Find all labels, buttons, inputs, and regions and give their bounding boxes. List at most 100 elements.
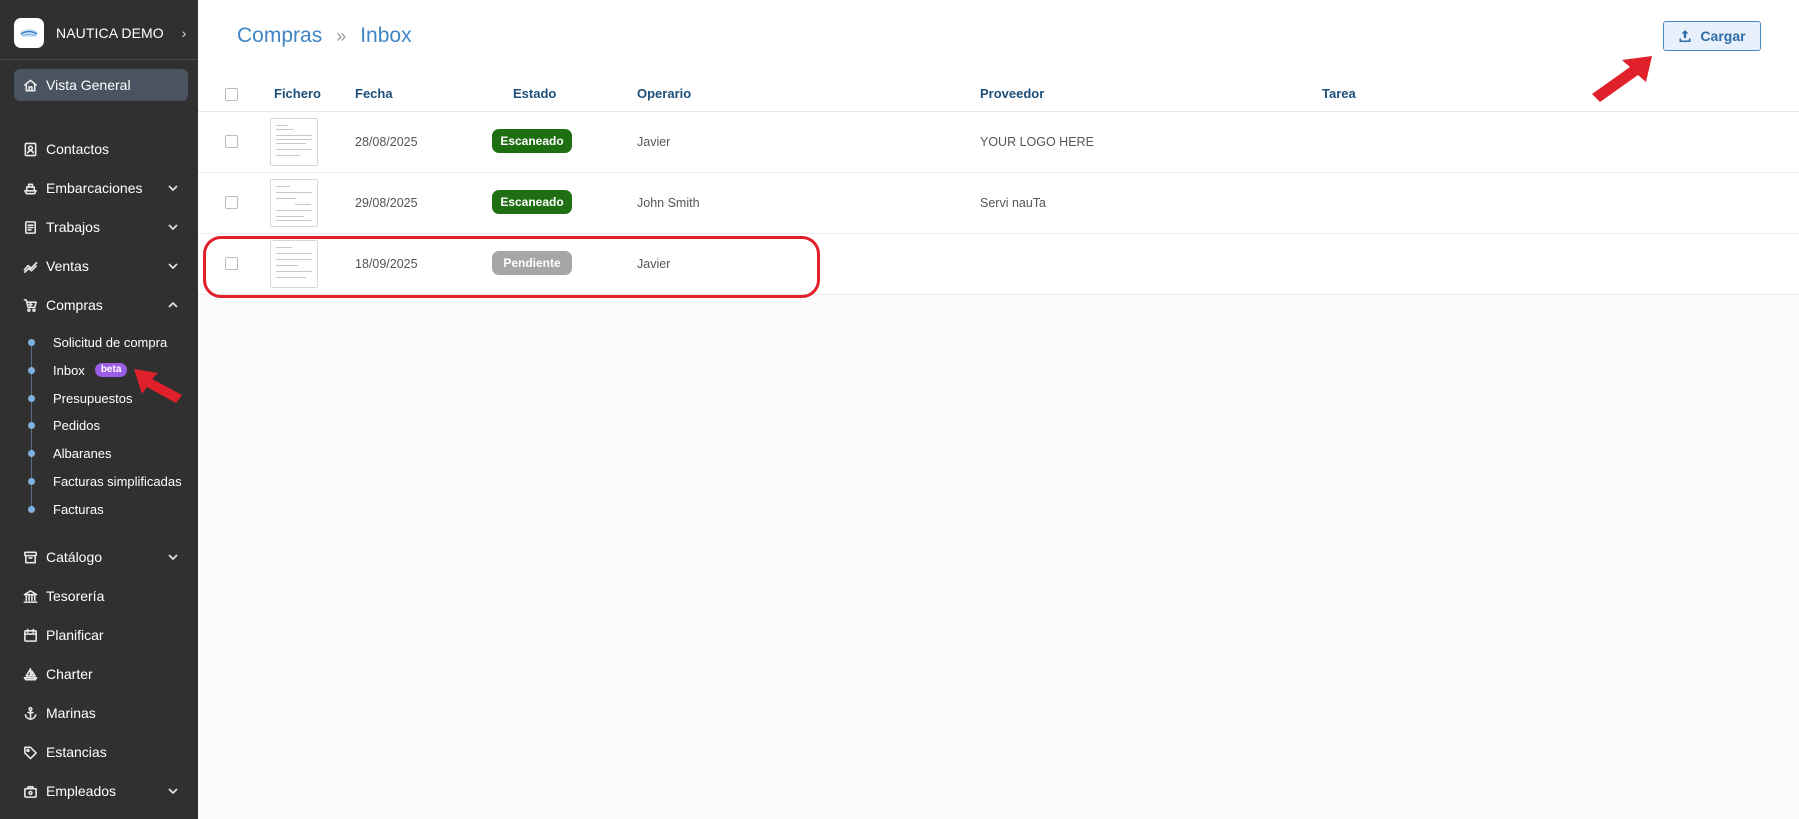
- chevron-down-icon: [166, 550, 180, 564]
- sidebar-item-catalogo[interactable]: Catálogo: [14, 541, 188, 573]
- briefcase-icon: [22, 783, 38, 799]
- sidebar-item-empleados[interactable]: Empleados: [14, 775, 188, 807]
- tag-icon: [22, 744, 38, 760]
- anchor-icon: [22, 705, 38, 721]
- breadcrumb-separator: »: [336, 25, 347, 46]
- document-thumbnail[interactable]: [270, 179, 318, 227]
- bullet-dot: [28, 366, 35, 374]
- sidebar-item-label: Estancias: [46, 744, 107, 760]
- row-fecha: 28/08/2025: [355, 135, 418, 149]
- row-operario: John Smith: [637, 196, 700, 210]
- sidebar-item-label: Tesorería: [46, 588, 105, 604]
- row-fecha: 29/08/2025: [355, 196, 418, 210]
- bullet-dot: [28, 338, 35, 346]
- calendar-icon: [22, 627, 38, 643]
- submenu-item-label: Facturas simplificadas: [53, 473, 182, 489]
- row-proveedor: Servi nauTa: [980, 196, 1047, 210]
- sidebar-item-trabajos[interactable]: Trabajos: [14, 211, 188, 243]
- sidebar-divider: [0, 59, 198, 60]
- sidebar-item-label: Compras: [46, 297, 103, 313]
- sidebar-item-label: Planificar: [46, 627, 104, 643]
- sidebar-item-label: Empleados: [46, 783, 117, 799]
- select-all-checkbox[interactable]: [225, 88, 238, 101]
- row-operario: Javier: [637, 135, 671, 149]
- sidebar-item-label: Embarcaciones: [46, 180, 143, 196]
- bank-icon: [22, 588, 38, 604]
- sidebar-item-estancias[interactable]: Estancias: [14, 736, 188, 768]
- chevron-up-icon: [166, 298, 180, 312]
- main-content: Compras » Inbox Cargar Fichero Fecha Est…: [198, 0, 1799, 819]
- submenu-item-label: Presupuestos: [53, 390, 133, 406]
- submenu-item-pedidos[interactable]: Pedidos: [26, 413, 196, 437]
- submenu-item-albaranes[interactable]: Albaranes: [26, 441, 196, 465]
- submenu-item-label: Facturas: [53, 501, 104, 517]
- brand-switcher[interactable]: NAUTICA DEMO ›: [14, 16, 190, 50]
- sidebar-item-label: Charter: [46, 666, 93, 682]
- submenu-item-label: Solicitud de compra: [53, 334, 168, 350]
- status-badge: Escaneado: [492, 129, 572, 153]
- column-header-tarea[interactable]: Tarea: [1322, 86, 1356, 101]
- company-logo: [14, 18, 44, 48]
- trend-icon: [22, 258, 38, 274]
- column-header-fichero[interactable]: Fichero: [274, 86, 321, 101]
- submenu-item-solicitud-de-compra[interactable]: Solicitud de compra: [26, 330, 196, 354]
- sidebar-item-compras[interactable]: Compras: [14, 289, 188, 321]
- beta-badge: beta: [94, 363, 128, 377]
- table-row[interactable]: 28/08/2025 Escaneado Javier YOUR LOGO HE…: [198, 112, 1799, 173]
- document-thumbnail[interactable]: [270, 118, 318, 166]
- row-checkbox[interactable]: [225, 196, 238, 209]
- arrow-annotation-upload: [1592, 56, 1652, 102]
- bullet-dot: [28, 449, 35, 457]
- sidebar-item-label: Contactos: [46, 141, 110, 157]
- sailboat-icon: [22, 666, 38, 682]
- column-header-fecha[interactable]: Fecha: [355, 86, 393, 101]
- column-header-proveedor[interactable]: Proveedor: [980, 86, 1044, 101]
- sidebar-item-vista-general[interactable]: Vista General: [14, 69, 188, 101]
- sidebar-item-planificar[interactable]: Planificar: [14, 619, 188, 651]
- sidebar-item-label: Marinas: [46, 705, 96, 721]
- submenu-item-label: Albaranes: [53, 445, 112, 461]
- sidebar-item-charter[interactable]: Charter: [14, 658, 188, 690]
- sidebar-item-marinas[interactable]: Marinas: [14, 697, 188, 729]
- table-row[interactable]: 29/08/2025 Escaneado John Smith Servi na…: [198, 173, 1799, 234]
- arrow-annotation-inbox: [134, 369, 182, 403]
- submenu-item-label: Inbox: [53, 362, 85, 378]
- cart-icon: [22, 297, 38, 313]
- brand-name: NAUTICA DEMO: [56, 25, 164, 41]
- column-header-estado[interactable]: Estado: [513, 86, 556, 101]
- submenu-item-facturas-simplificadas[interactable]: Facturas simplificadas: [26, 469, 196, 493]
- sidebar-item-ventas[interactable]: Ventas: [14, 250, 188, 282]
- chevron-down-icon: [166, 784, 180, 798]
- ship-icon: [22, 180, 38, 196]
- column-header-operario[interactable]: Operario: [637, 86, 691, 101]
- sidebar-item-label: Ventas: [46, 258, 89, 274]
- bullet-dot: [28, 394, 35, 402]
- sidebar-item-contactos[interactable]: Contactos: [14, 133, 188, 165]
- sidebar-item-tesoreria[interactable]: Tesorería: [14, 580, 188, 612]
- highlight-annotation: [203, 236, 820, 298]
- chevron-down-icon: [166, 181, 180, 195]
- bullet-dot: [28, 477, 35, 485]
- clipboard-icon: [22, 219, 38, 235]
- submenu-item-label: Pedidos: [53, 417, 100, 433]
- upload-button-label: Cargar: [1700, 28, 1746, 44]
- sidebar-item-label: Trabajos: [46, 219, 100, 235]
- sidebar-item-embarcaciones[interactable]: Embarcaciones: [14, 172, 188, 204]
- sidebar: NAUTICA DEMO › Vista General Contactos E…: [0, 0, 198, 819]
- archive-icon: [22, 549, 38, 565]
- breadcrumb: Compras » Inbox: [237, 24, 412, 48]
- row-checkbox[interactable]: [225, 135, 238, 148]
- row-proveedor: YOUR LOGO HERE: [980, 135, 1094, 149]
- bullet-dot: [28, 505, 35, 513]
- page-header: Compras » Inbox Cargar: [198, 0, 1799, 66]
- status-badge: Escaneado: [492, 190, 572, 214]
- breadcrumb-compras[interactable]: Compras: [237, 24, 322, 48]
- home-icon: [22, 77, 38, 93]
- chevron-down-icon: [166, 259, 180, 273]
- upload-button[interactable]: Cargar: [1663, 21, 1761, 51]
- upload-icon: [1679, 30, 1691, 42]
- chevron-right-icon: ›: [181, 25, 187, 41]
- contact-card-icon: [22, 141, 38, 157]
- bullet-dot: [28, 421, 35, 429]
- submenu-item-facturas[interactable]: Facturas: [26, 497, 196, 521]
